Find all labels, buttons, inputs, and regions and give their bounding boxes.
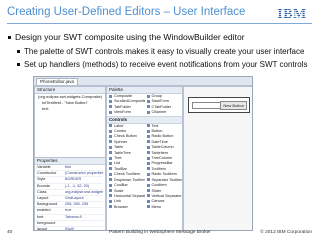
- bullet-dot-icon: [17, 63, 20, 67]
- bullet-dot-icon: [8, 36, 11, 40]
- properties-pane: Properties Variable this Constructor (Const…: [34, 157, 106, 230]
- bullet-dot-icon: [17, 50, 20, 54]
- palette-item[interactable]: ViewForm: [107, 110, 145, 115]
- bullet-3-text: Set up handlers (methods) to receive eve…: [24, 60, 308, 69]
- slide-title: Creating User-Defined Editors – User Int…: [7, 6, 246, 18]
- palette-item[interactable]: Browser: [107, 205, 145, 210]
- bullet-2-text: The palette of SWT controls makes it eas…: [24, 47, 305, 56]
- tab-phone-editor[interactable]: PhoneEditor.java: [36, 78, 79, 85]
- palette-item[interactable]: Menu: [145, 205, 183, 210]
- footer-copyright: © 2012 IBM Corporation: [260, 230, 312, 235]
- palette-pane: Palette Composite Group ScrolledComposite S…: [106, 86, 183, 230]
- structure-pane: Structure (org.eclipse.swt.widgets.Compo…: [34, 86, 106, 158]
- title-divider: [7, 23, 312, 24]
- ibm-logo: IBM: [276, 7, 308, 21]
- properties-header: Properties: [35, 158, 105, 165]
- properties-grid: Variable this Constructor (Constructor prop…: [35, 165, 105, 230]
- windowbuilder-editor-screenshot: PhoneEditor.java Structure (org.eclipse.…: [33, 76, 253, 231]
- structure-header: Structure: [35, 87, 105, 94]
- palette-header: Palette: [107, 87, 182, 94]
- palette-item[interactable]: CBanner: [145, 110, 183, 115]
- palette-category-controls[interactable]: Controls: [107, 115, 182, 124]
- bullet-1: Design your SWT composite using the Wind…: [8, 32, 245, 42]
- tree-item[interactable]: text: [35, 106, 105, 112]
- composite-preview[interactable]: New Button: [188, 97, 250, 113]
- new-button-preview[interactable]: New Button: [220, 101, 247, 110]
- palette-composites-grid: Composite Group ScrolledComposite SashForm T…: [107, 94, 182, 116]
- editor-tab-bar: PhoneEditor.java: [34, 77, 252, 86]
- palette-controls-grid: Label Text Combo Button Check Button Radio Bu…: [107, 124, 182, 211]
- ibm-logo-text: IBM: [277, 7, 307, 21]
- bullet-3: Set up handlers (methods) to receive eve…: [17, 60, 308, 69]
- bullet-2: The palette of SWT controls makes it eas…: [17, 47, 304, 56]
- bullet-1-text: Design your SWT composite using the Wind…: [15, 32, 245, 42]
- design-canvas[interactable]: New Button: [183, 86, 252, 230]
